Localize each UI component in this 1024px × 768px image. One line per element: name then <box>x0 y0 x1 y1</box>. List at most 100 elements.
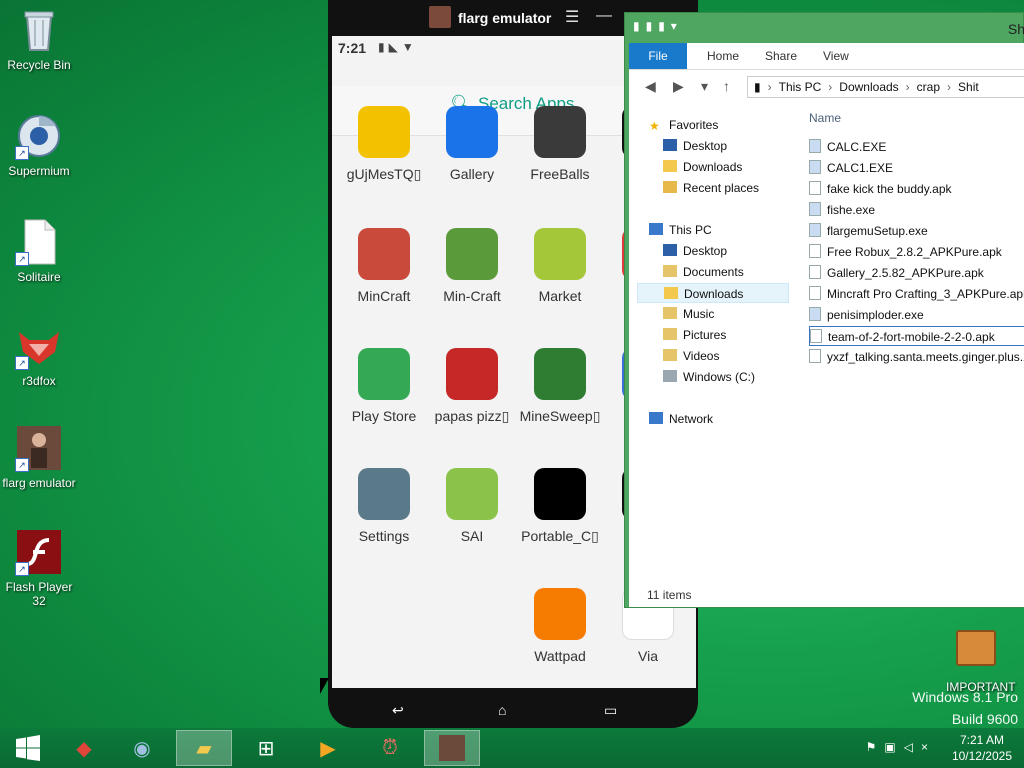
mouse-cursor <box>320 678 329 694</box>
flag-icon[interactable]: ⚑ <box>866 740 885 754</box>
taskbar-supermium[interactable]: ◉ <box>114 730 170 766</box>
file-row[interactable]: Gallery_2.5.82_APKPure.apk <box>809 263 1024 283</box>
desktop-icon-recycle-bin[interactable]: Recycle Bin <box>0 6 78 72</box>
tab-share[interactable]: Share <box>753 43 809 69</box>
breadcrumb-downloads[interactable]: Downloads <box>839 80 898 94</box>
file-row[interactable]: team-of-2-fort-mobile-2-2-0.apk <box>809 326 1024 346</box>
file-row[interactable]: fishe.exe <box>809 200 1024 220</box>
back-arrow-icon[interactable]: ◀ <box>645 78 656 95</box>
taskbar-r3dfox[interactable]: ◆ <box>56 730 112 766</box>
nav-network[interactable]: Network <box>649 409 713 429</box>
up-arrow-icon[interactable]: ↑ <box>723 78 730 94</box>
column-header-name[interactable]: Name <box>809 111 841 125</box>
hamburger-menu-icon[interactable]: ☰ <box>565 7 579 27</box>
folder-icon: ▮ <box>754 80 761 94</box>
forward-arrow-icon[interactable]: ▶ <box>673 78 684 95</box>
ribbon-tabs: File Home Share View <box>629 43 1024 69</box>
file-row[interactable]: flargemuSetup.exe <box>809 221 1024 241</box>
app-icon <box>534 588 586 640</box>
nav-label: Favorites <box>669 118 719 132</box>
file-row[interactable]: Mincraft Pro Crafting_3_APKPure.apk <box>809 284 1024 304</box>
start-button[interactable] <box>0 730 56 766</box>
nav-pc-desktop[interactable]: Desktop <box>663 241 727 261</box>
app-tile[interactable]: MineSweep▯ <box>516 348 604 425</box>
breadcrumb-crap[interactable]: crap <box>917 80 940 94</box>
file-row[interactable]: yxzf_talking.santa.meets.ginger.plus.2 <box>809 347 1024 367</box>
nav-fav-desktop[interactable]: Desktop <box>663 136 727 156</box>
nav-recent-places[interactable]: Recent places <box>663 178 759 198</box>
taskbar-alarms[interactable]: ⏰︎ <box>362 730 418 766</box>
emulator-icon: ↗ <box>15 424 63 472</box>
address-bar-row: ◀ ▶ ▾ ↑ ▮ › This PC › Downloads › crap › Shit <box>629 69 1024 103</box>
taskbar-flarg-emulator[interactable] <box>424 730 480 766</box>
app-icon <box>358 348 410 400</box>
app-icon <box>358 468 410 520</box>
desktop-icon-important[interactable]: IMPORTANT <box>946 630 1016 694</box>
volume-muted-icon[interactable]: ◁× <box>904 740 936 754</box>
desktop-icon-solitaire[interactable]: ↗ Solitaire <box>0 218 78 284</box>
app-tile[interactable]: Play Store <box>340 348 428 424</box>
tab-file[interactable]: File <box>629 43 687 69</box>
app-tile[interactable]: FreeBalls <box>516 106 604 182</box>
app-icon <box>446 228 498 280</box>
app-icon <box>446 348 498 400</box>
back-button[interactable]: ↩ <box>392 702 404 719</box>
app-tile[interactable]: MinCraft <box>340 228 428 304</box>
app-tile[interactable]: Settings <box>340 468 428 544</box>
tab-view[interactable]: View <box>811 43 861 69</box>
nav-favorites[interactable]: ★ Favorites <box>649 115 718 135</box>
history-dropdown-icon[interactable]: ▾ <box>701 78 708 95</box>
app-tile[interactable]: Min-Craft <box>428 228 516 304</box>
app-icon <box>358 106 410 158</box>
home-button[interactable]: ⌂ <box>498 702 506 718</box>
app-icon <box>446 468 498 520</box>
recents-button[interactable]: ▭ <box>604 702 617 719</box>
app-tile[interactable]: Portable_C▯ <box>516 468 604 545</box>
app-tile[interactable]: gUjMesTQ▯ <box>340 106 428 183</box>
app-tile[interactable]: Market <box>516 228 604 304</box>
app-tile[interactable]: Gallery <box>428 106 516 182</box>
nav-music[interactable]: Music <box>663 304 714 324</box>
app-tile[interactable]: SAI <box>428 468 516 544</box>
breadcrumb-this-pc[interactable]: This PC <box>779 80 822 94</box>
quick-access-toolbar[interactable]: ▮▮▮▾ <box>633 19 683 33</box>
navigation-pane: ★ Favorites Desktop Downloads Recent plac… <box>629 103 797 583</box>
alarm-clock-icon: ⏰︎ <box>382 736 398 759</box>
address-path[interactable]: ▮ › This PC › Downloads › crap › Shit <box>747 76 1024 98</box>
app-tile[interactable]: papas pizz▯ <box>428 348 516 425</box>
nav-pictures[interactable]: Pictures <box>663 325 726 345</box>
nav-label: Network <box>669 412 714 426</box>
nav-this-pc[interactable]: This PC <box>649 220 712 240</box>
taskbar-file-explorer[interactable]: ▰ <box>176 730 232 766</box>
nav-documents[interactable]: Documents <box>663 262 744 282</box>
status-time: 7:21 <box>338 40 367 56</box>
minimize-button[interactable]: — <box>596 7 612 25</box>
desktop-icon-r3dfox[interactable]: ↗ r3dfox <box>0 322 78 388</box>
folder-icon: ▰ <box>196 737 212 760</box>
desktop-icon-flash-player[interactable]: ↗ Flash Player 32 <box>0 528 78 608</box>
nav-fav-downloads[interactable]: Downloads <box>663 157 742 177</box>
network-icon[interactable]: ▣ <box>884 740 903 754</box>
nav-windows-c[interactable]: Windows (C:) <box>663 367 755 387</box>
file-row[interactable]: CALC1.EXE <box>809 158 1024 178</box>
explorer-titlebar[interactable]: ▮▮▮▾ Sh <box>625 13 1024 43</box>
file-row[interactable]: fake kick the buddy.apk <box>809 179 1024 199</box>
file-row[interactable]: CALC.EXE <box>809 137 1024 157</box>
app-tile[interactable]: Wattpad <box>516 588 604 664</box>
nav-videos[interactable]: Videos <box>663 346 719 366</box>
desktop-icon <box>663 139 677 151</box>
music-folder-icon <box>663 307 677 319</box>
desktop-icon-supermium[interactable]: ↗ Supermium <box>0 112 78 178</box>
desktop-icon-flarg-emulator[interactable]: ↗ flarg emulator <box>0 424 78 490</box>
taskbar-store[interactable]: ⊞ <box>238 730 294 766</box>
taskbar-video[interactable]: ▶ <box>300 730 356 766</box>
taskbar-clock[interactable]: 7:21 AM 10/12/2025 <box>952 732 1012 764</box>
status-icons: ▮◣▼ <box>378 40 418 54</box>
file-row[interactable]: penisimploder.exe <box>809 305 1024 325</box>
store-icon: ⊞ <box>257 737 275 760</box>
file-row[interactable]: Free Robux_2.8.2_APKPure.apk <box>809 242 1024 262</box>
breadcrumb-shit[interactable]: Shit <box>958 80 979 94</box>
nav-pc-downloads[interactable]: Downloads <box>637 283 789 303</box>
file-name: fake kick the buddy.apk <box>827 182 952 196</box>
tab-home[interactable]: Home <box>695 43 751 69</box>
